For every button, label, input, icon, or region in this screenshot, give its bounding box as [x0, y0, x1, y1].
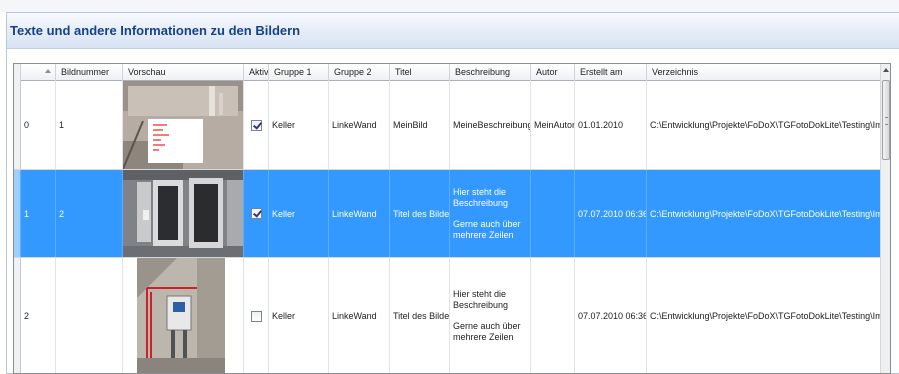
column-header-bildnummer[interactable]: Bildnummer — [56, 64, 123, 81]
table-row[interactable]: 0 1 Keller LinkeWand MeinBild MeineBesch… — [14, 81, 882, 170]
column-header-gruppe2[interactable]: Gruppe 2 — [329, 64, 390, 81]
cell-verzeichnis[interactable]: C:\Entwicklung\Projekte\FoDoX\TGFotoDokL… — [647, 258, 882, 373]
column-header-verzeichnis[interactable]: Verzeichnis — [647, 64, 882, 81]
cell-autor[interactable] — [531, 170, 575, 257]
cell-vorschau[interactable] — [123, 258, 244, 373]
column-header-aktiv[interactable]: Aktiv — [244, 64, 269, 81]
scroll-up-arrow-icon[interactable] — [883, 68, 889, 72]
cell-aktiv[interactable] — [244, 258, 269, 373]
cell-bildnummer[interactable] — [56, 258, 123, 373]
cell-verzeichnis[interactable]: C:\Entwicklung\Projekte\FoDoX\TGFotoDokL… — [647, 81, 882, 169]
cell-gruppe1[interactable]: Keller — [269, 81, 329, 169]
sort-ascending-icon — [45, 69, 51, 73]
row-header-corner — [14, 64, 21, 81]
beschreibung-line: Beschreibung — [453, 300, 509, 310]
cell-index[interactable]: 1 — [21, 170, 56, 257]
beschreibung-spacer — [453, 311, 521, 321]
cell-autor[interactable] — [531, 258, 575, 373]
aktiv-checkbox[interactable] — [251, 310, 262, 322]
grid-header: Bildnummer Vorschau Aktiv Gruppe 1 Grupp… — [14, 64, 882, 81]
cell-erstellt-am[interactable]: 07.07.2010 06:36 — [575, 170, 647, 257]
cell-gruppe2[interactable]: LinkeWand — [329, 170, 390, 257]
beschreibung-line: mehrere Zeilen — [453, 229, 514, 240]
cell-gruppe2[interactable]: LinkeWand — [329, 81, 390, 169]
column-header-vorschau[interactable]: Vorschau — [123, 64, 244, 81]
cell-beschreibung[interactable]: MeineBeschreibung — [450, 81, 531, 169]
cell-aktiv[interactable] — [244, 81, 269, 169]
column-header-gruppe1[interactable]: Gruppe 1 — [269, 64, 329, 81]
cell-aktiv[interactable] — [244, 170, 269, 257]
beschreibung-line: Gerne auch über — [453, 321, 521, 331]
cell-gruppe1[interactable]: Keller — [269, 170, 329, 257]
window-top-strip — [0, 0, 899, 12]
beschreibung-line: Hier steht die — [453, 186, 507, 197]
cell-index[interactable]: 2 — [21, 258, 56, 373]
cell-bildnummer[interactable]: 2 — [56, 170, 123, 257]
preview-image-1 — [123, 81, 243, 169]
cell-vorschau[interactable] — [123, 170, 244, 257]
cell-index[interactable]: 0 — [21, 81, 56, 169]
column-header-titel[interactable]: Titel — [390, 64, 450, 81]
cell-vorschau[interactable] — [123, 81, 244, 169]
cell-erstellt-am[interactable]: 07.07.2010 06:36 — [575, 258, 647, 373]
image-data-grid[interactable]: Bildnummer Vorschau Aktiv Gruppe 1 Grupp… — [13, 63, 891, 374]
panel-title: Texte und andere Informationen zu den Bi… — [10, 23, 301, 38]
cell-titel[interactable]: MeinBild — [390, 81, 450, 169]
cell-titel[interactable]: Titel des Bildes — [390, 258, 450, 373]
column-header-autor[interactable]: Autor — [531, 64, 575, 81]
beschreibung-line: MeineBeschreibung — [453, 119, 531, 130]
row-header[interactable] — [14, 81, 21, 169]
row-header[interactable] — [14, 258, 21, 373]
cell-erstellt-am[interactable]: 01.01.2010 — [575, 81, 647, 169]
cell-verzeichnis[interactable]: C:\Entwicklung\Projekte\FoDoX\TGFotoDokL… — [647, 170, 882, 257]
vertical-scrollbar[interactable] — [880, 64, 890, 373]
scrollbar-thumb[interactable] — [882, 80, 890, 160]
column-header-index[interactable] — [21, 64, 56, 81]
column-header-beschreibung[interactable]: Beschreibung — [450, 64, 531, 81]
beschreibung-line: Hier steht die — [453, 289, 507, 299]
cell-gruppe2[interactable]: LinkeWand — [329, 258, 390, 373]
beschreibung-spacer — [453, 209, 521, 219]
cell-bildnummer[interactable]: 1 — [56, 81, 123, 169]
cell-beschreibung[interactable]: Hier steht die Beschreibung Gerne auch ü… — [450, 258, 531, 373]
beschreibung-line: Gerne auch über — [453, 218, 521, 229]
cell-beschreibung[interactable]: Hier steht die Beschreibung Gerne auch ü… — [450, 170, 531, 257]
panel-header: Texte und andere Informationen zu den Bi… — [7, 13, 899, 49]
table-row[interactable]: 2 Keller LinkeWand Titel des Bildes Hier… — [14, 258, 882, 373]
cell-titel[interactable]: Titel des Bildes — [390, 170, 450, 257]
cell-autor[interactable]: MeinAutor — [531, 81, 575, 169]
aktiv-checkbox[interactable] — [251, 119, 262, 131]
cell-gruppe1[interactable]: Keller — [269, 258, 329, 373]
aktiv-checkbox[interactable] — [251, 208, 262, 219]
row-header[interactable] — [14, 170, 21, 257]
column-header-erstellt-am[interactable]: Erstellt am — [575, 64, 647, 81]
table-row-selected[interactable]: 1 2 Keller LinkeWand Titel des Bildes Hi… — [14, 170, 882, 258]
preview-image-3 — [137, 258, 225, 373]
beschreibung-line: mehrere Zeilen — [453, 332, 514, 342]
preview-image-2 — [123, 170, 243, 257]
beschreibung-line: Beschreibung — [453, 197, 509, 208]
